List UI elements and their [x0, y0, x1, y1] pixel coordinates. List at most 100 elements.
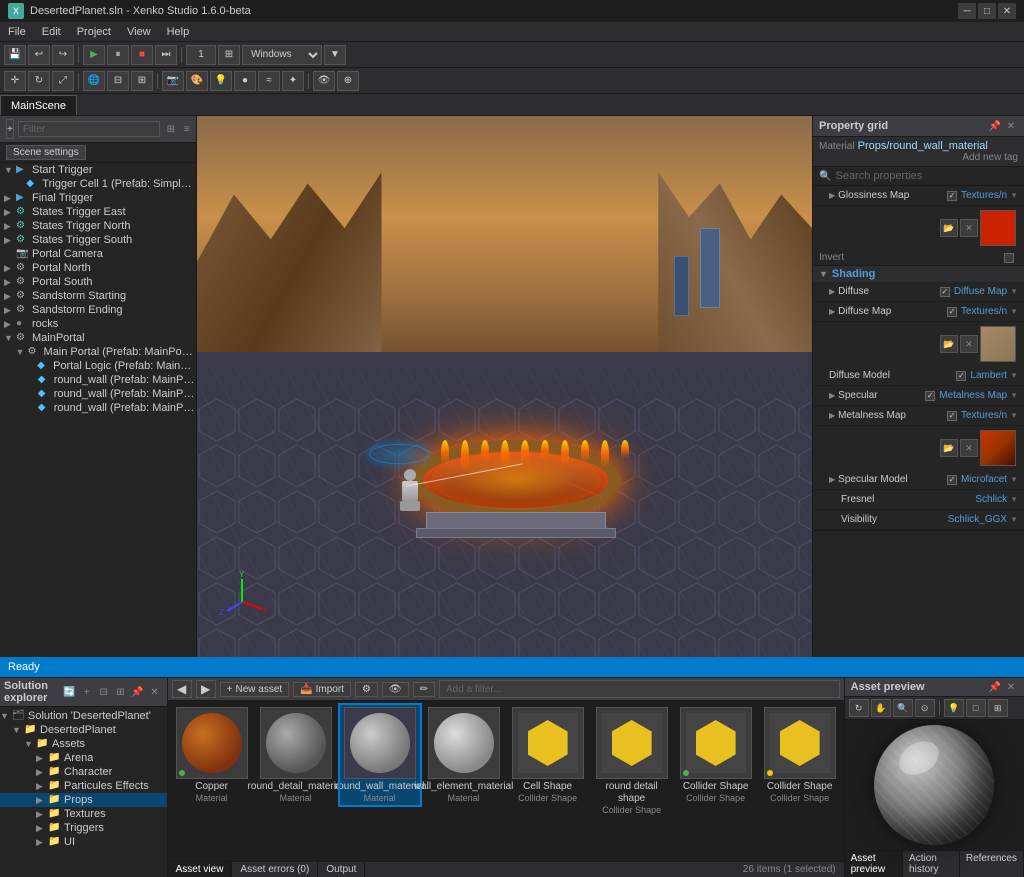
prop-check-diffuse[interactable]: ✓	[940, 287, 950, 297]
sol-item-particules[interactable]: ▶ 📁 Particules Effects	[0, 779, 167, 793]
scene-add-button[interactable]: +	[6, 119, 14, 139]
prop-dropdown-specular[interactable]: Metalness Map	[939, 390, 1007, 401]
sol-icon4[interactable]: ⊞	[113, 684, 129, 700]
prop-tex-clear-metalness-icon[interactable]: ✕	[960, 439, 978, 457]
prop-grid-pin-btn[interactable]: 📌	[988, 119, 1002, 133]
tree-item-round-wall-1[interactable]: ◆ round_wall (Prefab: MainPortal)	[0, 373, 196, 387]
prop-check-specular[interactable]: ✓	[925, 391, 935, 401]
tree-item-portal-logic[interactable]: ◆ Portal Logic (Prefab: MainPortal)	[0, 359, 196, 373]
toolbar-gizmo-btn[interactable]: ⊕	[337, 71, 359, 91]
ap-tab-preview[interactable]: Asset preview	[845, 851, 903, 877]
scene-icon1[interactable]: ⊞	[164, 122, 178, 136]
asset-edit-button[interactable]: ⚙	[355, 682, 378, 697]
toolbar-grid[interactable]: ⊞	[131, 71, 153, 91]
tree-item-states-north[interactable]: ▶ ⚙ States Trigger North	[0, 219, 196, 233]
asset-item-round-detail[interactable]: round_detail_material Material	[256, 705, 336, 805]
preview-reset-btn[interactable]: ⊙	[915, 699, 935, 717]
prop-check-diffuse-map[interactable]: ✓	[947, 307, 957, 317]
scene-filter-input[interactable]	[18, 121, 160, 137]
menu-view[interactable]: View	[119, 24, 159, 40]
tree-item-portal-camera[interactable]: 📷 Portal Camera	[0, 247, 196, 261]
preview-light-btn[interactable]: 💡	[944, 699, 964, 717]
prop-row-diffuse-map[interactable]: ▶ Diffuse Map ✓ Textures/n ▼	[813, 302, 1024, 322]
toolbar-settings-button[interactable]: 1	[186, 45, 216, 65]
toolbar-snap[interactable]: ⊟	[107, 71, 129, 91]
tree-item-rocks[interactable]: ▶ ● rocks	[0, 317, 196, 331]
tree-item-sandstorm-ending[interactable]: ▶ ⚙ Sandstorm Ending	[0, 303, 196, 317]
prop-dropdown-glossiness[interactable]: Textures/n	[961, 190, 1007, 201]
prop-dropdown-fresnel[interactable]: Schlick	[975, 494, 1007, 505]
prop-row-metalness-map[interactable]: ▶ Metalness Map ✓ Textures/n ▼	[813, 406, 1024, 426]
sol-item-triggers[interactable]: ▶ 📁 Triggers	[0, 821, 167, 835]
av-tab-asset-view[interactable]: Asset view	[168, 862, 233, 877]
sol-item-textures[interactable]: ▶ 📁 Textures	[0, 807, 167, 821]
preview-orbit-btn[interactable]: ↻	[849, 699, 869, 717]
toolbar-view-mode[interactable]: 👁	[313, 71, 335, 91]
scene-icon2[interactable]: ≡	[180, 122, 194, 136]
toolbar-dropdown-btn[interactable]: ▼	[324, 45, 346, 65]
toolbar-rotate[interactable]: ↻	[28, 71, 50, 91]
asset-item-round-wall[interactable]: round_wall_material Material	[340, 705, 420, 805]
viewport-3d[interactable]: X Y Z	[197, 116, 812, 677]
toolbar-fog-btn[interactable]: ≈	[258, 71, 280, 91]
prop-row-visibility[interactable]: Visibility Schlick_GGX ▼	[813, 510, 1024, 530]
prop-row-fresnel[interactable]: Fresnel Schlick ▼	[813, 490, 1024, 510]
minimize-button[interactable]: ─	[958, 3, 976, 19]
asset-back-button[interactable]: ◀	[172, 680, 192, 698]
asset-preview-pin-btn[interactable]: 📌	[988, 680, 1002, 694]
toolbar-light-btn[interactable]: 💡	[210, 71, 232, 91]
tree-item-portal-north[interactable]: ▶ ⚙ Portal North	[0, 261, 196, 275]
prop-tex-pick-metalness-icon[interactable]: 📂	[940, 439, 958, 457]
sol-icon1[interactable]: 🔄	[62, 684, 78, 700]
sol-item-assets[interactable]: ▼ 📁 Assets	[0, 737, 167, 751]
toolbar-platform-dropdown[interactable]: Windows	[242, 45, 322, 65]
maximize-button[interactable]: □	[978, 3, 996, 19]
toolbar-pause-button[interactable]: ⏸	[107, 45, 129, 65]
toolbar-postfx-btn[interactable]: ✦	[282, 71, 304, 91]
asset-item-collider-2[interactable]: Collider Shape Collider Shape	[760, 705, 840, 805]
sol-pin-btn[interactable]: 📌	[130, 684, 146, 700]
asset-item-copper[interactable]: Copper Material	[172, 705, 252, 805]
prop-dropdown-visibility[interactable]: Schlick_GGX	[948, 514, 1007, 525]
toolbar-world[interactable]: 🌐	[83, 71, 105, 91]
toolbar-translate[interactable]: ✛	[4, 71, 26, 91]
prop-dropdown-metalness-map[interactable]: Textures/n	[961, 410, 1007, 421]
tree-item-mainportal[interactable]: ▼ ⚙ MainPortal	[0, 331, 196, 345]
prop-check-invert[interactable]	[1004, 253, 1014, 263]
toolbar-stop-button[interactable]: ■	[131, 45, 153, 65]
asset-item-collider-1[interactable]: Collider Shape Collider Shape	[676, 705, 756, 805]
close-button[interactable]: ✕	[998, 3, 1016, 19]
tree-item-trigger-cell[interactable]: ◆ Trigger Cell 1 (Prefab: Simple Trigg	[0, 177, 196, 191]
asset-item-round-detail-shape[interactable]: round detail shape Collider Shape	[592, 705, 672, 817]
asset-pencil-btn[interactable]: ✏	[413, 682, 435, 697]
prop-dropdown-diffuse-map[interactable]: Textures/n	[961, 306, 1007, 317]
prop-tex-clear-diffuse-icon[interactable]: ✕	[960, 335, 978, 353]
prop-row-specular[interactable]: ▶ Specular ✓ Metalness Map ▼	[813, 386, 1024, 406]
toolbar-render-mode[interactable]: 🎨	[186, 71, 208, 91]
asset-new-button[interactable]: + New asset	[220, 682, 290, 697]
add-new-tag-button[interactable]: Add new tag	[962, 152, 1018, 163]
tree-item-states-south[interactable]: ▶ ⚙ States Trigger South	[0, 233, 196, 247]
av-tab-output[interactable]: Output	[318, 862, 365, 877]
asset-view-btn[interactable]: 👁	[382, 682, 409, 697]
toolbar-forward-button[interactable]: ⏭	[155, 45, 177, 65]
asset-item-cell-shape[interactable]: Cell Shape Collider Shape	[508, 705, 588, 805]
toolbar-scale[interactable]: ⤢	[52, 71, 74, 91]
tree-item-sandstorm-starting[interactable]: ▶ ⚙ Sandstorm Starting	[0, 289, 196, 303]
prop-section-shading-header[interactable]: ▼ Shading	[813, 266, 1024, 282]
tree-item-start-trigger[interactable]: ▼ ▶ Start Trigger	[0, 163, 196, 177]
menu-file[interactable]: File	[0, 24, 34, 40]
toolbar-save-button[interactable]: 💾	[4, 45, 26, 65]
ap-tab-references[interactable]: References	[960, 851, 1024, 877]
sol-close-btn[interactable]: ✕	[147, 684, 163, 700]
menu-edit[interactable]: Edit	[34, 24, 69, 40]
preview-zoom-btn[interactable]: 🔍	[893, 699, 913, 717]
tree-item-round-wall-2[interactable]: ◆ round_wall (Prefab: MainPortal)	[0, 387, 196, 401]
sol-item-character[interactable]: ▶ 📁 Character	[0, 765, 167, 779]
prop-tex-clear-icon[interactable]: ✕	[960, 219, 978, 237]
tree-item-round-wall-3[interactable]: ◆ round_wall (Prefab: MainPortal)	[0, 401, 196, 415]
prop-check-glossiness[interactable]: ✓	[947, 191, 957, 201]
toolbar-camera[interactable]: 📷	[162, 71, 184, 91]
sol-item-ui[interactable]: ▶ 📁 UI	[0, 835, 167, 849]
tree-item-states-east[interactable]: ▶ ⚙ States Trigger East	[0, 205, 196, 219]
